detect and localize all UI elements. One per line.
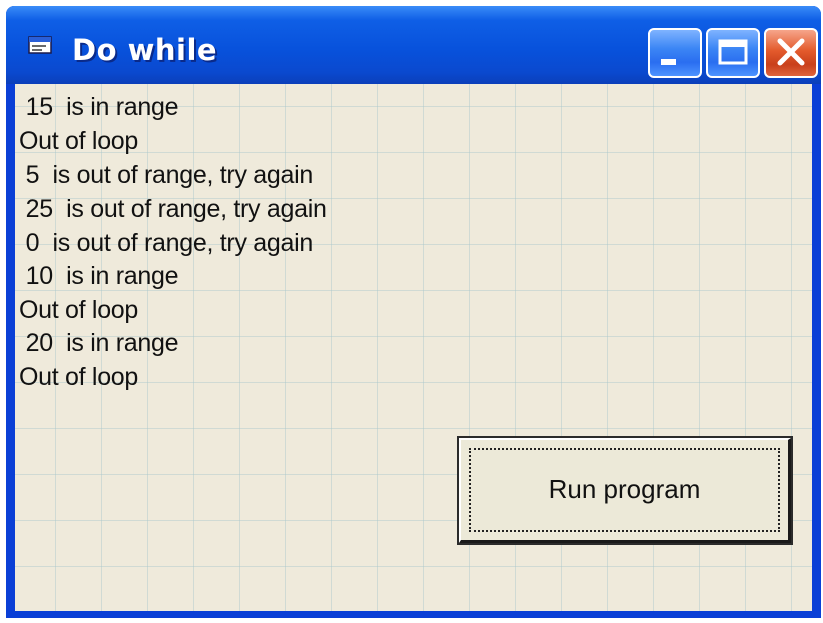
output-line: 0 is out of range, try again bbox=[19, 229, 314, 257]
output-line: 10 is in range bbox=[19, 262, 179, 290]
app-window: Do while 15 is in range Out of loop 5 is… bbox=[6, 6, 821, 618]
output-line: 15 is in range bbox=[19, 93, 179, 121]
window-title: Do while bbox=[72, 33, 218, 67]
form-client-area: 15 is in range Out of loop 5 is out of r… bbox=[15, 84, 812, 611]
output-line: 20 is in range bbox=[19, 329, 179, 357]
maximize-icon bbox=[718, 39, 748, 65]
form-icon bbox=[28, 36, 54, 56]
close-icon bbox=[777, 38, 805, 66]
maximize-button[interactable] bbox=[706, 28, 760, 78]
minimize-button[interactable] bbox=[648, 28, 702, 78]
output-line: Out of loop bbox=[19, 127, 139, 155]
title-bar[interactable]: Do while bbox=[6, 6, 821, 84]
output-line: 5 is out of range, try again bbox=[19, 161, 314, 189]
close-button[interactable] bbox=[764, 28, 818, 78]
run-program-button[interactable]: Run program bbox=[457, 436, 793, 545]
run-program-label: Run program bbox=[548, 474, 701, 504]
output-line: Out of loop bbox=[19, 363, 139, 391]
output-line: Out of loop bbox=[19, 296, 139, 324]
minimize-icon bbox=[661, 59, 676, 65]
output-line: 25 is out of range, try again bbox=[19, 195, 327, 223]
